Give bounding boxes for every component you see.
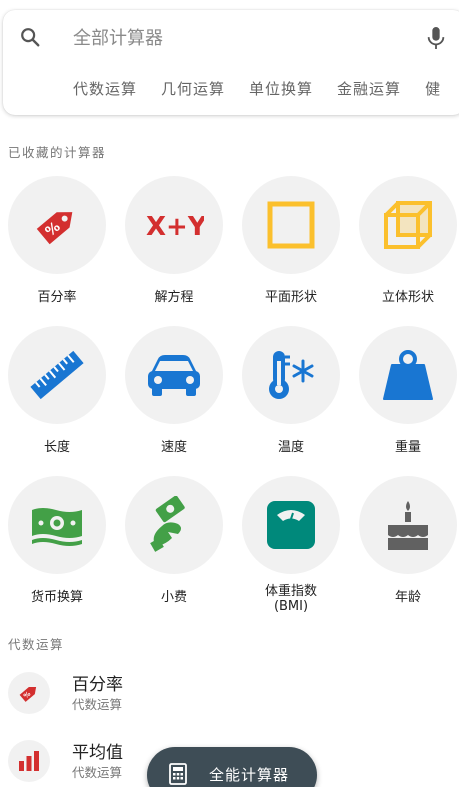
ruler-icon: [30, 350, 84, 400]
tile-age[interactable]: 年龄: [351, 470, 459, 620]
mic-icon[interactable]: [425, 25, 447, 51]
tile-label: 平面形状: [264, 290, 317, 305]
tile-speed[interactable]: 速度: [117, 320, 234, 470]
tile-circle: %: [8, 176, 106, 274]
list-item-icon-bg: %: [8, 672, 50, 714]
list-item-title: 百分率: [72, 675, 123, 695]
tile-label: 小费: [160, 590, 187, 605]
search-bar[interactable]: [3, 10, 459, 64]
chip-health[interactable]: 健: [425, 78, 441, 99]
tile-circle: [359, 176, 457, 274]
bar-chart-icon: [19, 751, 39, 771]
tile-circle: [359, 476, 457, 574]
tile-circle: [125, 476, 223, 574]
tile-weight[interactable]: 重量: [351, 320, 459, 470]
tile-label: 年龄: [394, 590, 421, 605]
tile-circle: [242, 176, 340, 274]
tile-circle: [8, 326, 106, 424]
tile-circle: [125, 326, 223, 424]
search-input[interactable]: [73, 24, 393, 52]
fab-label: 全能计算器: [209, 766, 290, 784]
tile-label: 温度: [277, 440, 304, 455]
search-card: 代数运算 几何运算 单位换算 金融运算 健: [3, 10, 459, 115]
list-item-title: 平均值: [72, 743, 123, 763]
chip-finance[interactable]: 金融运算: [337, 78, 401, 99]
percent-tag-icon: %: [19, 687, 37, 702]
tile-plane-shapes[interactable]: 平面形状: [234, 170, 351, 320]
tile-tip[interactable]: 小费: [117, 470, 234, 620]
tile-solid-shapes[interactable]: 立体形状: [351, 170, 459, 320]
tile-circle: X+Y: [125, 176, 223, 274]
list-item-percentage[interactable]: % 百分率 代数运算: [0, 664, 459, 724]
tile-label: 解方程: [154, 290, 194, 305]
chip-unit-conversion[interactable]: 单位换算: [249, 78, 313, 99]
tile-label: 长度: [43, 440, 70, 455]
tile-circle: [242, 326, 340, 424]
svg-text:X+Y: X+Y: [146, 212, 204, 242]
tile-equation[interactable]: X+Y 解方程: [117, 170, 234, 320]
chip-geometry[interactable]: 几何运算: [161, 78, 225, 99]
search-icon[interactable]: [19, 26, 41, 48]
percent-tag-icon: %: [36, 212, 73, 245]
algebra-section-title: 代数运算: [8, 637, 65, 652]
all-calculators-fab[interactable]: 全能计算器: [147, 747, 317, 787]
cube-icon: [384, 201, 432, 249]
calculator-icon: [169, 763, 187, 785]
list-item-icon-bg: [8, 740, 50, 782]
tile-label: 立体形状: [381, 290, 434, 305]
tile-circle: [242, 476, 340, 574]
list-item-subtitle: 代数运算: [72, 765, 123, 780]
tile-currency[interactable]: 货币换算: [0, 470, 117, 620]
x-plus-y-icon: X+Y: [146, 212, 204, 242]
car-icon: [148, 355, 200, 396]
tile-label: 重量: [394, 440, 421, 455]
cake-icon: [388, 501, 428, 550]
thermometer-icon: [269, 351, 314, 399]
tip-hand-icon: [150, 496, 185, 552]
tile-label: 百分率: [37, 290, 77, 305]
tile-label: 体重指数 (BMI): [264, 584, 317, 614]
tile-length[interactable]: 长度: [0, 320, 117, 470]
tile-label: 货币换算: [30, 590, 83, 605]
favorites-section-title: 已收藏的计算器: [8, 145, 107, 160]
tile-bmi[interactable]: 体重指数 (BMI): [234, 470, 351, 620]
list-item-subtitle: 代数运算: [72, 697, 123, 712]
scale-icon: [267, 501, 315, 549]
tile-label: 速度: [160, 440, 187, 455]
square-icon: [267, 201, 315, 249]
tile-percentage[interactable]: % 百分率: [0, 170, 117, 320]
weight-icon: [383, 350, 433, 400]
tile-circle: [8, 476, 106, 574]
category-chips: 代数运算 几何运算 单位换算 金融运算 健: [73, 78, 459, 99]
chip-algebra[interactable]: 代数运算: [73, 78, 137, 99]
tile-temperature[interactable]: 温度: [234, 320, 351, 470]
banknote-icon: [32, 508, 82, 546]
tile-circle: [359, 326, 457, 424]
